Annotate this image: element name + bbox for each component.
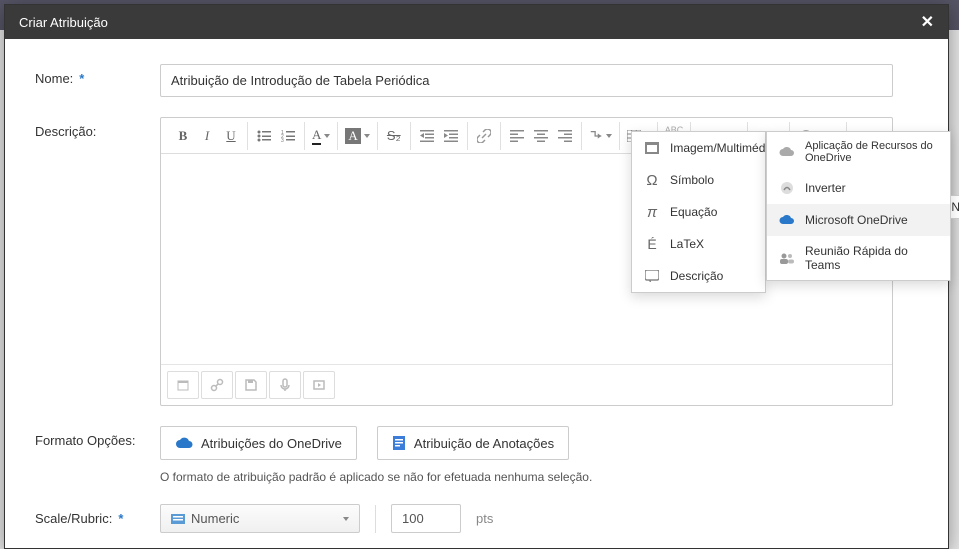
highlight-button[interactable]: A: [342, 124, 372, 148]
modal-header: Criar Atribuição ✕: [5, 5, 948, 39]
close-icon[interactable]: ✕: [921, 12, 934, 32]
onedrive-resources-item[interactable]: Aplicação de Recursos do OneDrive: [767, 132, 950, 172]
attachment-toolbar: [161, 364, 892, 405]
inverter-icon: [779, 180, 795, 196]
image-icon: [644, 140, 660, 156]
required-marker: *: [118, 511, 123, 526]
bold-button[interactable]: B: [171, 124, 195, 148]
attach-mic-icon[interactable]: [269, 371, 301, 399]
link-button[interactable]: [472, 124, 496, 148]
underline-button[interactable]: U: [219, 124, 243, 148]
microsoft-onedrive-item[interactable]: Microsoft OneDrive: [767, 204, 950, 236]
align-right-button[interactable]: [553, 124, 577, 148]
bullet-list-button[interactable]: [252, 124, 276, 148]
insert-image-item[interactable]: Imagem/Multimédia: [632, 132, 765, 164]
insert-button[interactable]: [586, 124, 615, 148]
notes-format-button[interactable]: Atribuição de Anotações: [377, 426, 569, 460]
insert-latex-item[interactable]: ÉLaTeX: [632, 228, 765, 260]
svg-text:3: 3: [281, 138, 284, 142]
text-color-button[interactable]: A: [309, 124, 333, 148]
scale-select[interactable]: Numeric: [160, 504, 360, 533]
teams-meeting-item[interactable]: Reunião Rápida do Teams: [767, 236, 950, 280]
external-apps-dropdown: Aplicação de Recursos do OneDrive Invert…: [766, 131, 951, 281]
insert-menu-dropdown: Imagem/Multimédia ΩSímbolo πEquação ÉLaT…: [631, 131, 766, 293]
attach-link-icon[interactable]: [201, 371, 233, 399]
format-hint: O formato de atribuição padrão é aplicad…: [160, 470, 893, 484]
points-label: pts: [476, 511, 493, 526]
strikethrough-button[interactable]: S₂: [382, 124, 406, 148]
format-label: Formato Opções:: [35, 426, 160, 448]
notes-icon: [392, 435, 406, 451]
description-label: Descrição:: [35, 117, 160, 139]
align-center-button[interactable]: [529, 124, 553, 148]
align-left-button[interactable]: [505, 124, 529, 148]
insert-description-item[interactable]: Descrição: [632, 260, 765, 292]
omega-icon: Ω: [644, 172, 660, 188]
attach-file-icon[interactable]: [167, 371, 199, 399]
cloud-icon: [175, 437, 193, 449]
numbered-list-button[interactable]: 123: [276, 124, 300, 148]
inverter-item[interactable]: Inverter: [767, 172, 950, 204]
pi-icon: π: [644, 204, 660, 220]
onedrive-format-button[interactable]: Atribuições do OneDrive: [160, 426, 357, 460]
cloud-gray-icon: [779, 144, 795, 160]
required-marker: *: [79, 71, 84, 86]
name-label: Nome:*: [35, 64, 160, 86]
attach-save-icon[interactable]: [235, 371, 267, 399]
onedrive-icon: [779, 212, 795, 228]
points-input[interactable]: [391, 504, 461, 533]
modal-title: Criar Atribuição: [19, 15, 108, 30]
teams-icon: [779, 250, 795, 266]
latex-icon: É: [644, 236, 660, 252]
insert-symbol-item[interactable]: ΩSímbolo: [632, 164, 765, 196]
insert-equation-item[interactable]: πEquação: [632, 196, 765, 228]
outdent-button[interactable]: [415, 124, 439, 148]
description-icon: [644, 268, 660, 284]
indent-button[interactable]: [439, 124, 463, 148]
italic-button[interactable]: I: [195, 124, 219, 148]
name-input[interactable]: [160, 64, 893, 97]
scale-label: Scale/Rubric:*: [35, 504, 160, 526]
attach-media-icon[interactable]: [303, 371, 335, 399]
numeric-icon: [171, 514, 185, 524]
